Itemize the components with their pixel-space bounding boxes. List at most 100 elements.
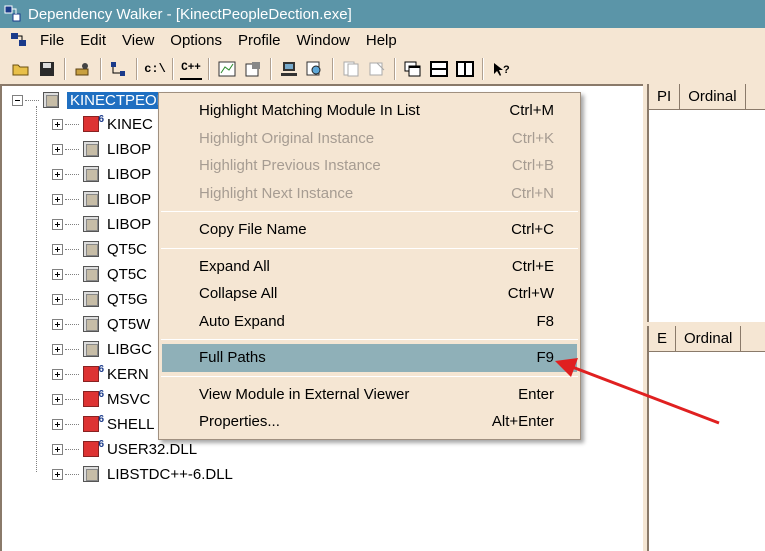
menu-item-shortcut: Ctrl+K: [511, 129, 554, 147]
collapse-toggle[interactable]: [12, 94, 23, 106]
expand-toggle[interactable]: [52, 168, 63, 180]
tree-connector: [65, 298, 79, 300]
dll-module-icon: [83, 316, 99, 332]
tree-item[interactable]: QT5W: [52, 314, 150, 334]
tree-item[interactable]: USER32.DLL: [52, 439, 197, 459]
column-header-pi[interactable]: PI: [649, 84, 681, 109]
external-viewer-icon[interactable]: [366, 58, 388, 80]
parent-import-header: PI Ordinal: [649, 84, 765, 110]
expand-toggle[interactable]: [52, 393, 63, 405]
tree-connector: [65, 173, 79, 175]
menu-item-label: Highlight Matching Module In List: [199, 102, 420, 120]
tree-connector: [65, 448, 79, 450]
dll-module-icon: [83, 141, 99, 157]
copy-icon[interactable]: [340, 58, 362, 80]
menu-item-full-paths[interactable]: Full Paths F9: [162, 344, 577, 372]
tree-item[interactable]: QT5G: [52, 289, 148, 309]
menu-item-label: Highlight Next Instance: [199, 184, 354, 202]
properties-icon[interactable]: [242, 58, 264, 80]
tree-item[interactable]: SHELL: [52, 414, 155, 434]
menu-help[interactable]: Help: [358, 32, 405, 49]
expand-toggle[interactable]: [52, 243, 63, 255]
menu-profile[interactable]: Profile: [230, 32, 289, 49]
expand-toggle[interactable]: [52, 368, 63, 380]
title-bar: Dependency Walker - [KinectPeopleDection…: [0, 0, 765, 28]
tree-connector: [65, 323, 79, 325]
expand-toggle[interactable]: [52, 318, 63, 330]
menu-item-highlight-matching-module-in-list[interactable]: Highlight Matching Module In List Ctrl+M: [159, 97, 580, 125]
menu-view[interactable]: View: [114, 32, 162, 49]
dll-module-icon: [83, 191, 99, 207]
menu-options[interactable]: Options: [162, 32, 230, 49]
find-icon[interactable]: [304, 58, 326, 80]
column-header-e[interactable]: E: [649, 326, 677, 351]
export-panel[interactable]: E Ordinal: [647, 326, 765, 551]
menu-item-view-module-in-external-viewer[interactable]: View Module in External Viewer Enter: [159, 381, 580, 409]
menu-file[interactable]: File: [32, 32, 72, 49]
tree-item-label: QT5C: [107, 265, 148, 283]
tree-connector-line: [36, 106, 37, 472]
menu-item-expand-all[interactable]: Expand All Ctrl+E: [159, 253, 580, 281]
expand-toggle[interactable]: [52, 418, 63, 430]
expand-toggle[interactable]: [52, 443, 63, 455]
save-icon[interactable]: [36, 58, 58, 80]
dll-module-icon: [83, 341, 99, 357]
menu-edit[interactable]: Edit: [72, 32, 114, 49]
menu-item-label: Expand All: [199, 257, 270, 275]
document-system-menu-icon[interactable]: [10, 31, 30, 49]
module-tree-icon[interactable]: [108, 58, 130, 80]
menu-item-label: Collapse All: [199, 285, 278, 303]
expand-toggle[interactable]: [52, 468, 63, 480]
menu-item-properties[interactable]: Properties... Alt+Enter: [159, 408, 580, 436]
chart-icon[interactable]: [216, 58, 238, 80]
system-info-icon[interactable]: [278, 58, 300, 80]
tree-item[interactable]: MSVC: [52, 389, 150, 409]
tree-item[interactable]: LIBOP: [52, 214, 151, 234]
menu-window[interactable]: Window: [289, 32, 358, 49]
menu-item-highlight-previous-instance: Highlight Previous Instance Ctrl+B: [159, 152, 580, 180]
tree-item[interactable]: LIBGC: [52, 339, 152, 359]
tree-connector: [65, 248, 79, 250]
system-dll-icon: [83, 389, 104, 407]
expand-toggle[interactable]: [52, 193, 63, 205]
tree-connector: [25, 99, 39, 101]
tile-horizontal-icon[interactable]: [428, 58, 450, 80]
parent-import-panel[interactable]: PI Ordinal: [647, 84, 765, 322]
column-header-ordinal[interactable]: Ordinal: [676, 326, 742, 351]
context-help-icon[interactable]: ?: [490, 58, 512, 80]
open-folder-icon[interactable]: [10, 58, 32, 80]
tree-item-label: KERN: [107, 365, 149, 383]
tree-item[interactable]: QT5C: [52, 239, 147, 259]
menu-item-copy-file-name[interactable]: Copy File Name Ctrl+C: [159, 216, 580, 244]
tree-item[interactable]: KINEC: [52, 114, 153, 134]
tree-connector: [65, 198, 79, 200]
tile-vertical-icon[interactable]: [454, 58, 476, 80]
tree-connector: [65, 348, 79, 350]
expand-toggle[interactable]: [52, 293, 63, 305]
menu-item-shortcut: Ctrl+C: [511, 221, 554, 239]
dll-module-icon: [83, 166, 99, 182]
tree-connector: [65, 473, 79, 475]
tree-item[interactable]: LIBSTDC++-6.DLL: [52, 464, 233, 484]
expand-toggle[interactable]: [52, 343, 63, 355]
tree-item[interactable]: LIBOP: [52, 189, 151, 209]
cascade-icon[interactable]: [402, 58, 424, 80]
tree-item[interactable]: QT5C: [52, 264, 147, 284]
expand-toggle[interactable]: [52, 143, 63, 155]
window-title: Dependency Walker - [KinectPeopleDection…: [28, 5, 352, 23]
expand-toggle[interactable]: [52, 218, 63, 230]
cdir-button[interactable]: c:\: [144, 58, 166, 80]
tree-item-label: USER32.DLL: [107, 440, 198, 458]
column-header-ordinal[interactable]: Ordinal: [680, 84, 746, 109]
tree-item[interactable]: KERN: [52, 364, 149, 384]
menu-item-collapse-all[interactable]: Collapse All Ctrl+W: [159, 280, 580, 308]
menu-item-auto-expand[interactable]: Auto Expand F8: [159, 308, 580, 336]
tree-item[interactable]: LIBOP: [52, 164, 151, 184]
cpp-button[interactable]: C++: [180, 58, 202, 80]
expand-toggle[interactable]: [52, 268, 63, 280]
toolbar-separator: [136, 58, 138, 80]
menu-separator: [161, 211, 578, 212]
profile-icon[interactable]: [72, 58, 94, 80]
expand-toggle[interactable]: [52, 118, 63, 130]
tree-item[interactable]: LIBOP: [52, 139, 151, 159]
